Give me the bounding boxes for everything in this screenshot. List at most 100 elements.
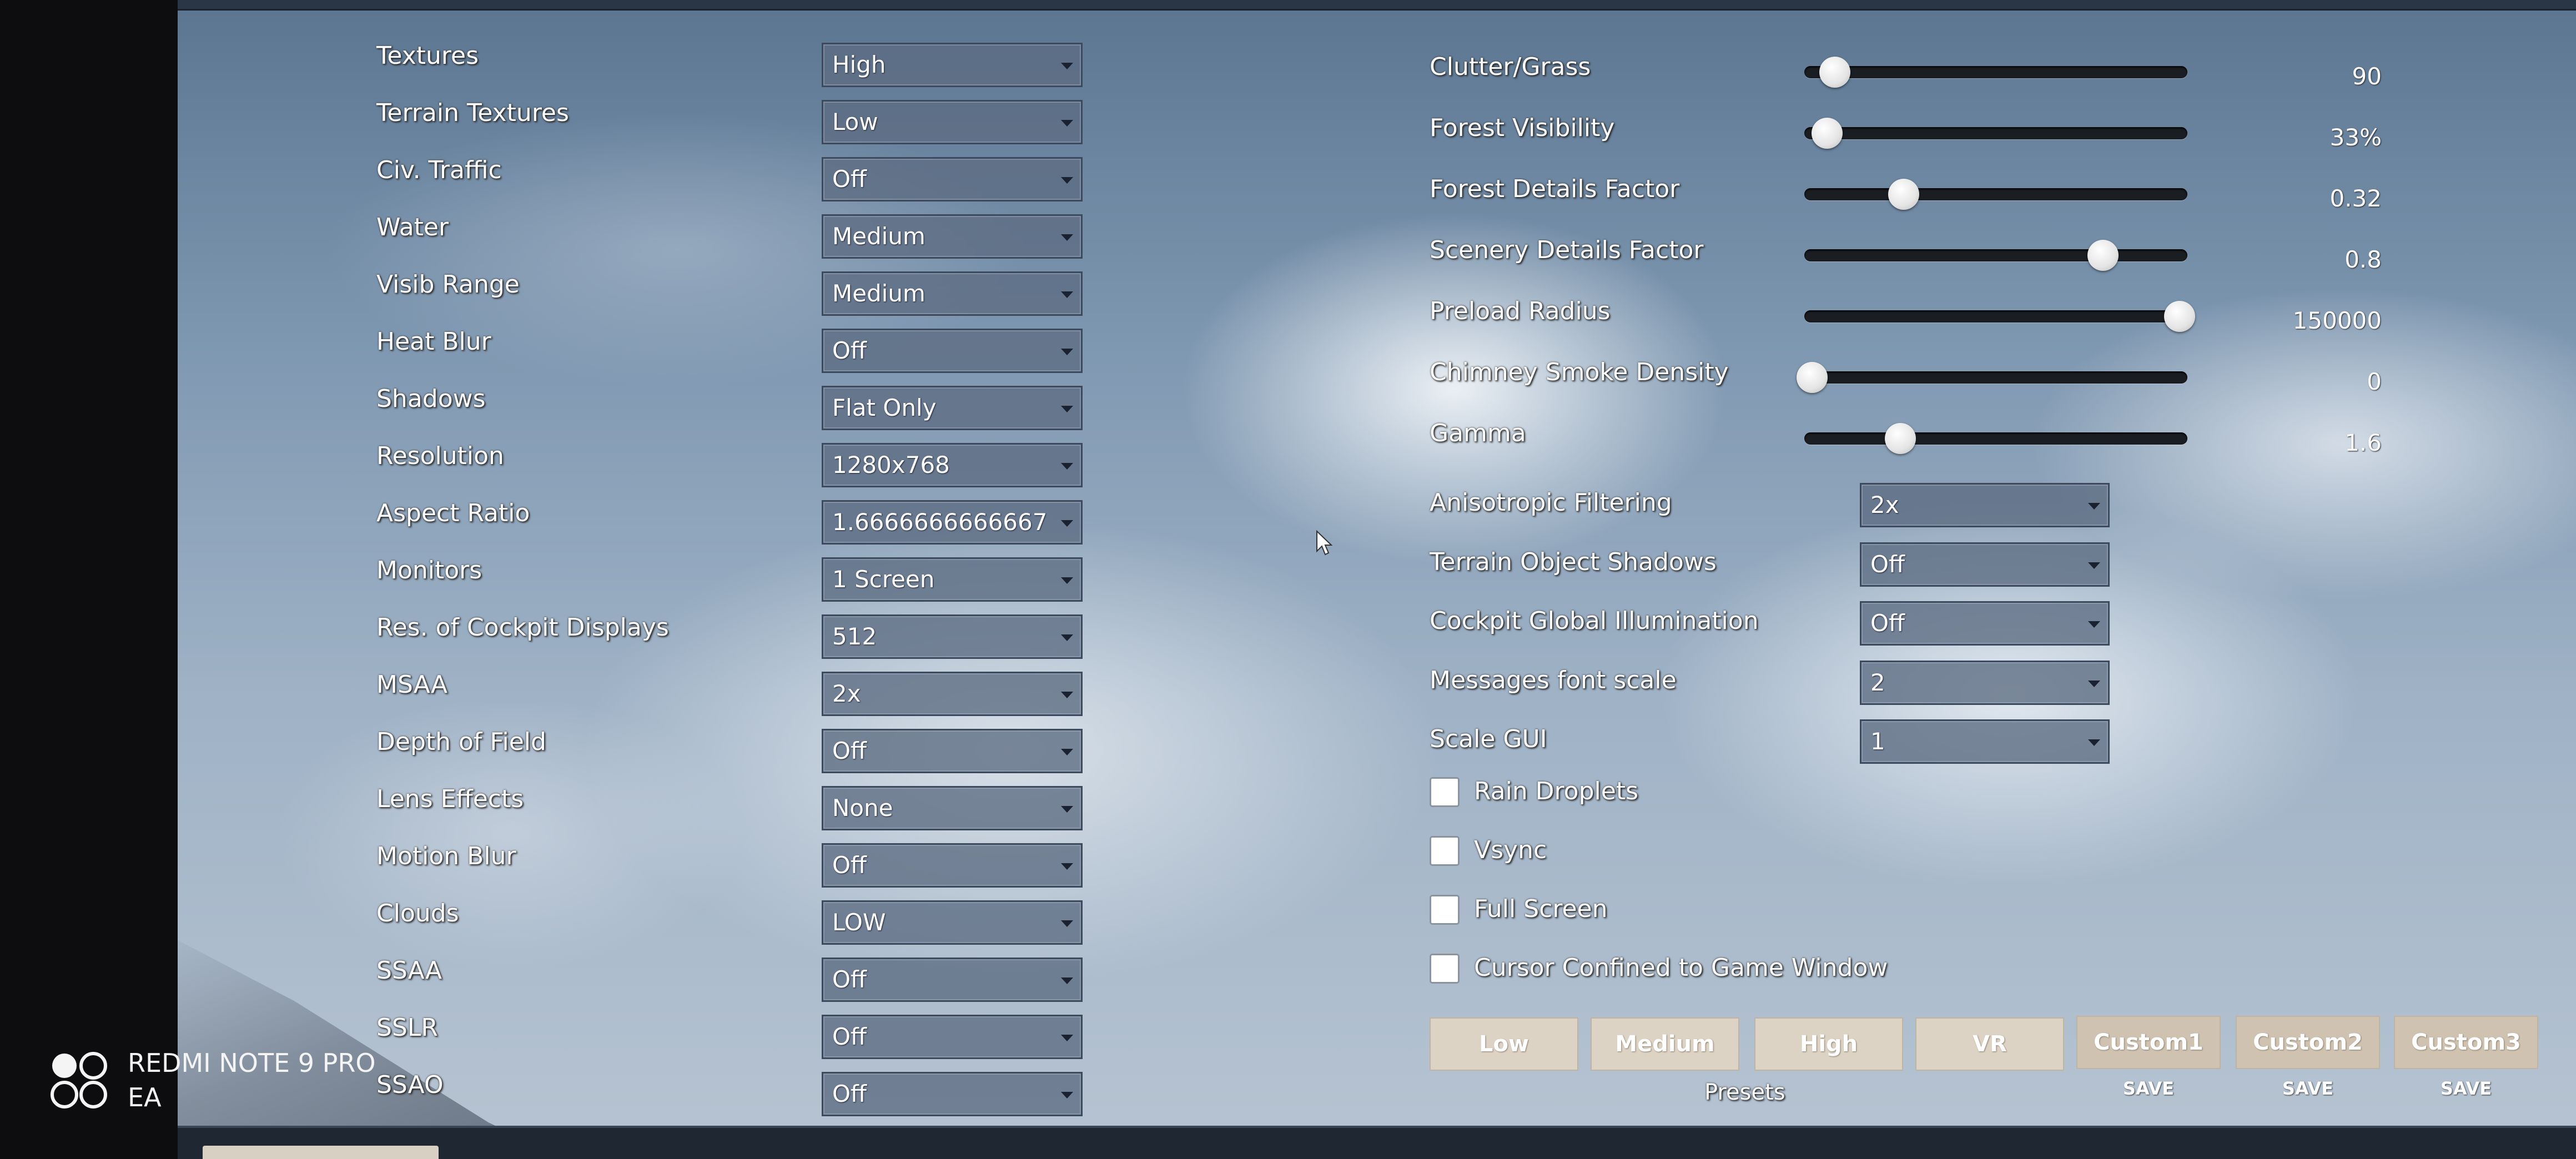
setting-label: Civ. Traffic xyxy=(376,156,502,184)
slider-control[interactable] xyxy=(1804,233,2187,278)
preset-button-medium[interactable]: Medium xyxy=(1591,1017,1739,1071)
setting-dropdown[interactable]: Off xyxy=(822,958,1083,1002)
setting-dropdown[interactable]: Flat Only xyxy=(822,386,1083,430)
checkbox[interactable] xyxy=(1430,836,1460,866)
slider-track[interactable] xyxy=(1804,188,2187,200)
slider-knob[interactable] xyxy=(1796,362,1828,393)
dropdown-value: Medium xyxy=(832,223,925,250)
setting-dropdown[interactable]: Off xyxy=(822,843,1083,888)
setting-dropdown[interactable]: High xyxy=(822,43,1083,87)
preset-button-low[interactable]: Low xyxy=(1430,1017,1578,1071)
bottom-left-button[interactable] xyxy=(203,1146,439,1159)
slider-knob[interactable] xyxy=(1888,179,1920,210)
checkbox[interactable] xyxy=(1430,954,1460,984)
save-button[interactable]: SAVE xyxy=(2093,1078,2204,1099)
slider-knob[interactable] xyxy=(2164,301,2196,332)
slider-track[interactable] xyxy=(1804,371,2187,384)
dropdown-value: Off xyxy=(832,966,867,993)
dropdown-value: 2x xyxy=(832,680,861,707)
setting-dropdown[interactable]: Medium xyxy=(822,271,1083,316)
slider-control[interactable] xyxy=(1804,294,2196,339)
checkbox[interactable] xyxy=(1430,895,1460,925)
setting-dropdown[interactable]: 1280x768 xyxy=(822,443,1083,487)
preset-button-custom1[interactable]: Custom1 xyxy=(2076,1016,2221,1069)
setting-dropdown[interactable]: Medium xyxy=(822,214,1083,259)
slider-track[interactable] xyxy=(1804,66,2187,78)
preset-button-high[interactable]: High xyxy=(1754,1017,1903,1071)
preset-button-vr[interactable]: VR xyxy=(1915,1017,2064,1071)
chevron-down-icon xyxy=(1061,920,1073,927)
setting-dropdown[interactable]: 2 xyxy=(1860,660,2110,705)
setting-label: Resolution xyxy=(376,442,504,470)
setting-dropdown[interactable]: Off xyxy=(1860,542,2110,587)
slider-value: 33% xyxy=(2330,124,2382,151)
setting-label: Visib Range xyxy=(376,270,520,299)
dropdown-value: Low xyxy=(832,108,878,135)
chevron-down-icon xyxy=(1061,520,1073,527)
dropdown-value: Off xyxy=(1870,609,1905,637)
preset-button-custom2[interactable]: Custom2 xyxy=(2236,1016,2380,1069)
setting-dropdown[interactable]: 2x xyxy=(822,672,1083,716)
setting-dropdown[interactable]: None xyxy=(822,786,1083,830)
slider-control[interactable] xyxy=(1804,416,2187,461)
chevron-down-icon xyxy=(1061,177,1073,184)
slider-label: Gamma xyxy=(1430,419,1526,447)
chevron-down-icon xyxy=(1061,291,1073,298)
setting-dropdown[interactable]: Off xyxy=(822,157,1083,201)
setting-dropdown[interactable]: Off xyxy=(822,329,1083,373)
checkbox-label: Full Screen xyxy=(1474,895,1608,923)
slider-control[interactable] xyxy=(1796,355,2187,400)
setting-dropdown[interactable]: 1.6666666666667 xyxy=(822,500,1083,545)
slider-value: 0.8 xyxy=(2344,246,2382,273)
slider-control[interactable] xyxy=(1804,111,2187,155)
slider-track[interactable] xyxy=(1804,432,2187,445)
setting-dropdown[interactable]: Off xyxy=(1860,601,2110,646)
setting-label: Terrain Textures xyxy=(376,99,569,127)
chevron-down-icon xyxy=(1061,634,1073,641)
dropdown-value: 512 xyxy=(832,623,877,650)
slider-knob[interactable] xyxy=(2087,240,2119,271)
slider-knob[interactable] xyxy=(1812,118,1843,149)
chevron-down-icon xyxy=(2088,562,2100,569)
setting-dropdown[interactable]: 1 xyxy=(1860,719,2110,764)
chevron-down-icon xyxy=(2088,621,2100,628)
slider-track[interactable] xyxy=(1804,249,2187,261)
setting-label: Scale GUI xyxy=(1430,725,1547,753)
setting-label: Res. of Cockpit Displays xyxy=(376,613,669,642)
save-button[interactable]: SAVE xyxy=(2252,1078,2363,1099)
checkbox[interactable] xyxy=(1430,777,1460,807)
presets-label: Presets xyxy=(1704,1080,1785,1105)
save-button[interactable]: SAVE xyxy=(2411,1078,2522,1099)
setting-dropdown[interactable]: 2x xyxy=(1860,483,2110,527)
chevron-down-icon xyxy=(2088,680,2100,687)
chevron-down-icon xyxy=(1061,349,1073,355)
slider-control[interactable] xyxy=(1804,172,2187,216)
setting-label: Shadows xyxy=(376,385,486,413)
chevron-down-icon xyxy=(1061,1035,1073,1041)
setting-dropdown[interactable]: Off xyxy=(822,1072,1083,1116)
setting-dropdown[interactable]: Off xyxy=(822,1015,1083,1059)
slider-knob[interactable] xyxy=(1884,423,1916,454)
setting-label: Textures xyxy=(376,42,479,70)
setting-label: Anisotropic Filtering xyxy=(1430,488,1672,517)
chevron-down-icon xyxy=(1061,120,1073,127)
slider-track[interactable] xyxy=(1804,310,2187,322)
slider-track[interactable] xyxy=(1804,127,2187,139)
setting-dropdown[interactable]: Off xyxy=(822,729,1083,773)
setting-dropdown[interactable]: LOW xyxy=(822,900,1083,945)
dropdown-value: Off xyxy=(832,165,867,193)
watermark-line2: EA xyxy=(128,1082,162,1112)
setting-dropdown[interactable]: 1 Screen xyxy=(822,557,1083,602)
dropdown-value: None xyxy=(832,794,893,822)
preset-button-custom3[interactable]: Custom3 xyxy=(2394,1016,2538,1069)
setting-dropdown[interactable]: 512 xyxy=(822,614,1083,659)
checkbox-label: Vsync xyxy=(1474,836,1547,864)
slider-knob[interactable] xyxy=(1819,57,1851,88)
checkbox-label: Cursor Confined to Game Window xyxy=(1474,954,1888,982)
slider-control[interactable] xyxy=(1804,50,2187,94)
setting-label: SSAA xyxy=(376,956,442,985)
slider-value: 150000 xyxy=(2292,307,2382,334)
chevron-down-icon xyxy=(1061,692,1073,698)
setting-dropdown[interactable]: Low xyxy=(822,100,1083,144)
setting-label: SSLR xyxy=(376,1014,438,1042)
